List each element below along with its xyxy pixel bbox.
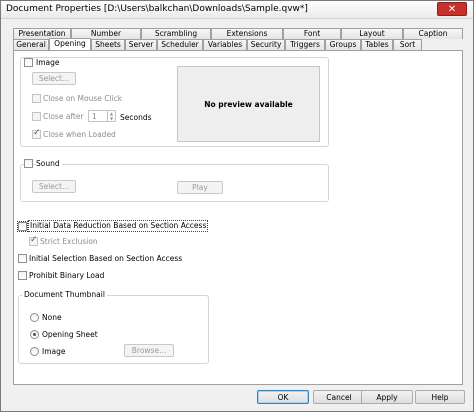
tab-triggers[interactable]: Triggers <box>285 39 325 50</box>
tab-sort[interactable]: Sort <box>393 39 422 50</box>
image-checkbox-label: Image <box>36 58 62 68</box>
ok-button[interactable]: OK <box>257 390 309 404</box>
tab-groups[interactable]: Groups <box>325 39 361 50</box>
close-button[interactable]: ✕ <box>437 2 467 16</box>
document-properties-dialog: Document Properties [D:\Users\balkchan\D… <box>0 0 474 412</box>
tab-variables[interactable]: Variables <box>203 39 247 50</box>
browse-button[interactable]: Browse... <box>124 344 174 357</box>
image-select-button[interactable]: Select... <box>32 72 76 85</box>
close-after-value: 1 <box>92 112 97 121</box>
initial-data-reduction-checkbox[interactable] <box>17 221 28 232</box>
preview-text: No preview available <box>204 99 293 109</box>
tab-layout[interactable]: Layout <box>341 28 403 39</box>
tab-sheets[interactable]: Sheets <box>91 39 125 50</box>
strict-exclusion-checkbox[interactable] <box>29 235 38 246</box>
tab-scheduler[interactable]: Scheduler <box>157 39 203 50</box>
close-on-mouse-click-checkbox[interactable] <box>32 94 41 103</box>
tab-font[interactable]: Font <box>283 28 341 39</box>
initial-selection-label: Initial Selection Based on Section Acces… <box>29 254 183 263</box>
image-preview: No preview available <box>177 66 320 142</box>
cancel-button[interactable]: Cancel <box>313 390 365 404</box>
thumbnail-opening-sheet-label: Opening Sheet <box>42 330 98 339</box>
document-thumbnail-title: Document Thumbnail <box>22 290 107 299</box>
image-checkbox[interactable] <box>24 58 33 67</box>
close-when-loaded-label: Close when Loaded <box>43 130 116 139</box>
close-on-mouse-click-label: Close on Mouse Click <box>43 94 123 103</box>
tab-security[interactable]: Security <box>247 39 285 50</box>
tab-scrambling[interactable]: Scrambling <box>141 28 211 39</box>
tab-general[interactable]: General <box>13 39 49 50</box>
strict-exclusion-label: Strict Exclusion <box>40 237 98 246</box>
close-when-loaded-checkbox[interactable] <box>32 128 41 139</box>
close-icon: ✕ <box>447 3 457 15</box>
close-after-checkbox[interactable] <box>32 112 41 121</box>
prohibit-binary-load-label: Prohibit Binary Load <box>29 271 105 280</box>
sound-select-button[interactable]: Select... <box>32 180 76 193</box>
title-bar: Document Properties [D:\Users\balkchan\D… <box>1 1 473 19</box>
thumbnail-opening-sheet-radio[interactable] <box>30 330 39 339</box>
seconds-label: Seconds <box>120 113 152 122</box>
sound-checkbox-label: Sound <box>36 159 62 169</box>
spinner-arrows-icon[interactable]: ▲ ▼ <box>107 111 115 121</box>
window-title: Document Properties [D:\Users\balkchan\D… <box>6 4 308 14</box>
tab-row-2: General Opening Sheets Server Scheduler … <box>13 38 422 50</box>
thumbnail-image-label: Image <box>42 347 66 356</box>
tab-extensions[interactable]: Extensions <box>211 28 283 39</box>
opening-tab-panel: Image Select... Close on Mouse Click Clo… <box>13 50 463 385</box>
thumbnail-image-radio[interactable] <box>30 347 39 356</box>
thumbnail-none-radio[interactable] <box>30 313 39 322</box>
close-after-seconds-spinner[interactable]: 1 ▲ ▼ <box>88 110 116 122</box>
apply-button[interactable]: Apply <box>361 390 413 404</box>
tab-server[interactable]: Server <box>125 39 157 50</box>
help-button[interactable]: Help <box>415 390 465 404</box>
initial-selection-checkbox[interactable] <box>18 254 27 263</box>
tab-opening[interactable]: Opening <box>49 38 91 50</box>
tab-caption[interactable]: Caption <box>403 28 463 39</box>
prohibit-binary-load-checkbox[interactable] <box>18 271 27 280</box>
close-after-label: Close after <box>43 112 84 121</box>
play-button[interactable]: Play <box>177 181 223 194</box>
tab-tables[interactable]: Tables <box>361 39 393 50</box>
sound-checkbox[interactable] <box>24 159 33 168</box>
thumbnail-none-label: None <box>42 313 62 322</box>
initial-data-reduction-label: Initial Data Reduction Based on Section … <box>27 220 209 232</box>
